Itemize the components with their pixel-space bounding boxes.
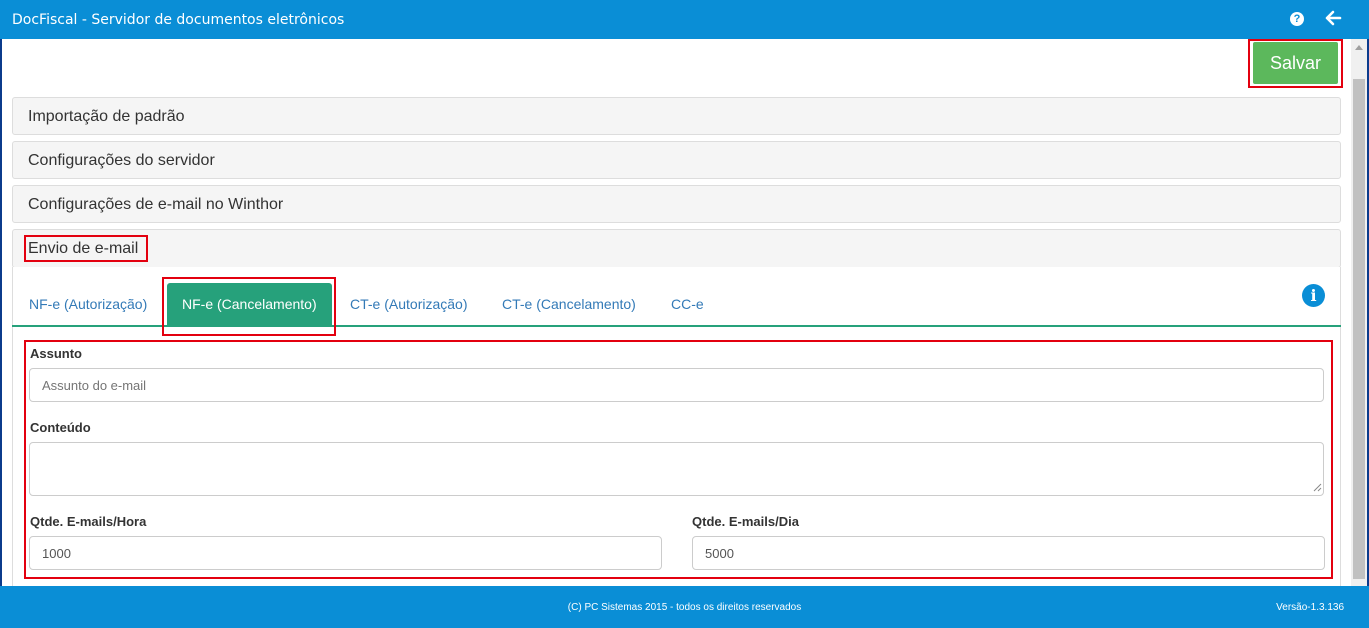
emails-dia-label: Qtde. E-mails/Dia bbox=[692, 514, 799, 529]
save-button[interactable]: Salvar bbox=[1253, 42, 1338, 84]
tab-cte-autorizacao[interactable]: CT-e (Autorização) bbox=[350, 283, 467, 325]
panel-title: Importação de padrão bbox=[28, 108, 185, 125]
version-text: Versão-1.3.136 bbox=[1276, 602, 1344, 613]
assunto-input[interactable] bbox=[29, 368, 1324, 402]
app-title: DocFiscal - Servidor de documentos eletr… bbox=[12, 12, 345, 28]
tab-nfe-autorizacao[interactable]: NF-e (Autorização) bbox=[29, 283, 147, 325]
scroll-up-icon[interactable] bbox=[1355, 45, 1363, 50]
tab-nfe-cancelamento[interactable]: NF-e (Cancelamento) bbox=[167, 283, 332, 325]
emails-hora-label: Qtde. E-mails/Hora bbox=[30, 514, 147, 529]
panel-title: Envio de e-mail bbox=[28, 240, 139, 257]
conteudo-textarea[interactable] bbox=[29, 442, 1324, 496]
scrollbar-thumb[interactable] bbox=[1353, 79, 1365, 579]
panel-importacao-padrao[interactable]: Importação de padrão bbox=[12, 97, 1341, 135]
panel-configuracoes-email-winthor[interactable]: Configurações de e-mail no Winthor bbox=[12, 185, 1341, 223]
panel-title: Configurações de e-mail no Winthor bbox=[28, 196, 284, 213]
email-tabs: NF-e (Autorização) NF-e (Cancelamento) C… bbox=[12, 283, 1341, 327]
tab-cce[interactable]: CC-e bbox=[671, 283, 704, 325]
footer: (C) PC Sistemas 2015 - todos os direitos… bbox=[0, 586, 1369, 628]
emails-hora-input[interactable] bbox=[29, 536, 662, 570]
resize-grip-icon[interactable] bbox=[1312, 482, 1322, 492]
back-arrow-icon[interactable] bbox=[1324, 9, 1342, 27]
panel-configuracoes-servidor[interactable]: Configurações do servidor bbox=[12, 141, 1341, 179]
info-icon[interactable]: i bbox=[1302, 284, 1325, 307]
panel-title: Configurações do servidor bbox=[28, 152, 215, 169]
help-icon[interactable]: ? bbox=[1290, 12, 1304, 26]
panel-envio-email[interactable]: Envio de e-mail bbox=[12, 229, 1341, 268]
title-bar: DocFiscal - Servidor de documentos eletr… bbox=[0, 0, 1369, 39]
copyright-text: (C) PC Sistemas 2015 - todos os direitos… bbox=[567, 602, 802, 613]
vertical-scrollbar[interactable] bbox=[1351, 39, 1367, 586]
assunto-label: Assunto bbox=[30, 346, 82, 361]
emails-dia-input[interactable] bbox=[692, 536, 1325, 570]
conteudo-label: Conteúdo bbox=[30, 420, 91, 435]
tab-cte-cancelamento[interactable]: CT-e (Cancelamento) bbox=[502, 283, 636, 325]
